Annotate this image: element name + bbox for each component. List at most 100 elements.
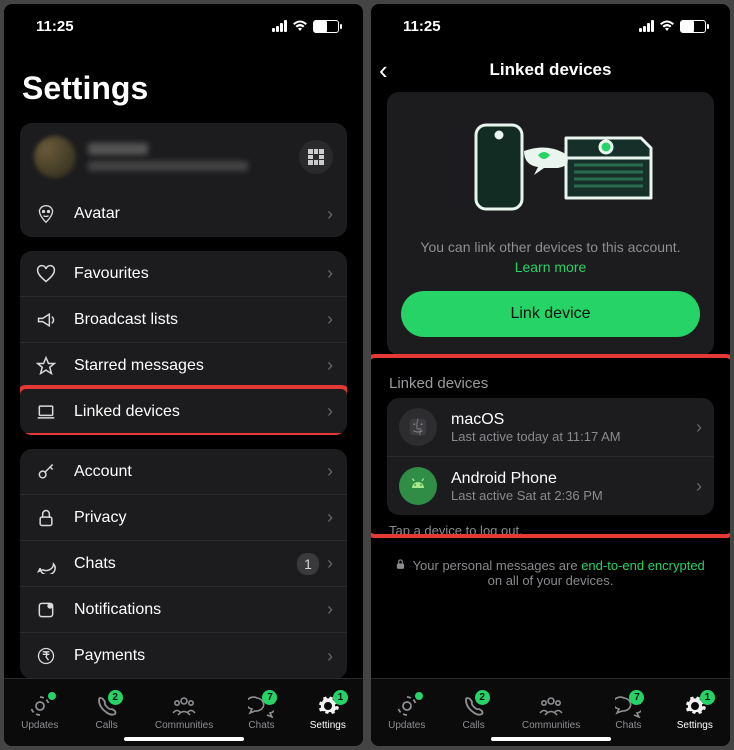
- communities-icon: [537, 694, 565, 718]
- profile-row[interactable]: [20, 123, 347, 191]
- illustration-card: You can link other devices to this accou…: [387, 92, 714, 355]
- profile-name-blurred: [88, 143, 299, 171]
- row-account[interactable]: Account ›: [20, 449, 347, 495]
- status-time: 11:25: [403, 18, 441, 35]
- page-title: Settings: [22, 70, 347, 107]
- row-label: Avatar: [74, 205, 327, 223]
- row-notifications[interactable]: Notifications ›: [20, 587, 347, 633]
- device-sub: Last active Sat at 2:36 PM: [451, 488, 696, 503]
- row-payments[interactable]: Payments ›: [20, 633, 347, 678]
- avatar: [34, 136, 76, 178]
- row-avatar[interactable]: Avatar ›: [20, 191, 347, 237]
- row-starred[interactable]: Starred messages ›: [20, 343, 347, 389]
- tab-settings[interactable]: 1 Settings: [677, 694, 713, 731]
- tab-communities[interactable]: Communities: [155, 694, 213, 731]
- status-bar: 11:25: [371, 4, 730, 48]
- tab-bar: Updates 2 Calls Communities 7 Chats 1 Se…: [4, 678, 363, 746]
- nav-header: ‹ Linked devices: [371, 48, 730, 92]
- chevron-right-icon: ›: [327, 646, 333, 667]
- row-chats[interactable]: Chats 1 ›: [20, 541, 347, 587]
- row-label: Favourites: [74, 265, 327, 283]
- section-label: Linked devices: [389, 375, 712, 392]
- enc-link[interactable]: end-to-end encrypted: [581, 558, 705, 573]
- enc-post: on all of your devices.: [488, 573, 614, 588]
- linked-content: You can link other devices to this accou…: [371, 92, 730, 678]
- row-broadcast[interactable]: Broadcast lists ›: [20, 297, 347, 343]
- tab-updates[interactable]: Updates: [388, 694, 425, 731]
- home-indicator[interactable]: [491, 737, 611, 741]
- status-time: 11:25: [36, 18, 74, 35]
- tab-calls[interactable]: 2 Calls: [93, 694, 121, 731]
- laptop-icon: [34, 402, 58, 422]
- row-linked-devices[interactable]: Linked devices ›: [20, 389, 347, 435]
- illus-caption: You can link other devices to this accou…: [420, 239, 680, 255]
- row-privacy[interactable]: Privacy ›: [20, 495, 347, 541]
- encryption-text: Your personal messages are end-to-end en…: [387, 558, 714, 588]
- tab-calls[interactable]: 2 Calls: [460, 694, 488, 731]
- signal-icon: [272, 20, 287, 32]
- chevron-right-icon: ›: [696, 476, 702, 497]
- android-icon: [399, 467, 437, 505]
- row-badge: 1: [297, 553, 319, 575]
- battery-icon: [680, 20, 706, 33]
- tab-badge: 1: [700, 690, 715, 705]
- row-label: Notifications: [74, 601, 327, 619]
- device-name: macOS: [451, 411, 696, 429]
- chevron-right-icon: ›: [327, 263, 333, 284]
- tab-label: Chats: [615, 720, 641, 731]
- star-icon: [34, 356, 58, 376]
- qr-icon: [308, 149, 324, 165]
- chevron-right-icon: ›: [327, 553, 333, 574]
- status-icons: [639, 20, 706, 33]
- tab-label: Updates: [21, 720, 58, 731]
- tab-label: Updates: [388, 720, 425, 731]
- tab-settings[interactable]: 1 Settings: [310, 694, 346, 731]
- device-row-android[interactable]: Android Phone Last active Sat at 2:36 PM…: [387, 457, 714, 515]
- group-a: Favourites › Broadcast lists › Starred m…: [20, 251, 347, 435]
- wifi-icon: [659, 20, 675, 32]
- tab-label: Calls: [463, 720, 485, 731]
- key-icon: [34, 462, 58, 482]
- tab-communities[interactable]: Communities: [522, 694, 580, 731]
- profile-group: Avatar ›: [20, 123, 347, 237]
- status-icons: [272, 20, 339, 33]
- status-bar: 11:25: [4, 4, 363, 48]
- tab-chats[interactable]: 7 Chats: [247, 694, 275, 731]
- tab-chats[interactable]: 7 Chats: [614, 694, 642, 731]
- finder-icon: [399, 408, 437, 446]
- row-label: Broadcast lists: [74, 311, 327, 329]
- chevron-right-icon: ›: [327, 204, 333, 225]
- megaphone-icon: [34, 310, 58, 330]
- group-b: Account › Privacy › Chats 1 › Notificati…: [20, 449, 347, 678]
- link-device-button[interactable]: Link device: [401, 291, 700, 337]
- tab-badge: 2: [475, 690, 490, 705]
- tab-updates[interactable]: Updates: [21, 694, 58, 731]
- chevron-right-icon: ›: [327, 599, 333, 620]
- illus-text: You can link other devices to this accou…: [401, 238, 700, 277]
- enc-pre: Your personal messages are: [413, 558, 582, 573]
- lock-icon: [34, 508, 58, 528]
- battery-icon: [313, 20, 339, 33]
- row-label: Payments: [74, 647, 327, 665]
- header-title: Linked devices: [490, 60, 612, 80]
- avatar-mask-icon: [34, 204, 58, 224]
- back-button[interactable]: ‹: [379, 55, 388, 86]
- qr-button[interactable]: [299, 140, 333, 174]
- devices-group: macOS Last active today at 11:17 AM › An…: [387, 398, 714, 515]
- chevron-right-icon: ›: [327, 309, 333, 330]
- device-row-macos[interactable]: macOS Last active today at 11:17 AM ›: [387, 398, 714, 457]
- tab-label: Communities: [522, 720, 580, 731]
- learn-more-link[interactable]: Learn more: [515, 259, 587, 275]
- device-sub: Last active today at 11:17 AM: [451, 429, 696, 444]
- wifi-icon: [292, 20, 308, 32]
- link-illustration: [401, 110, 700, 226]
- tab-label: Calls: [96, 720, 118, 731]
- row-label: Starred messages: [74, 357, 327, 375]
- rupee-icon: [34, 646, 58, 666]
- home-indicator[interactable]: [124, 737, 244, 741]
- row-label: Linked devices: [74, 403, 327, 421]
- tab-badge: 1: [333, 690, 348, 705]
- row-favourites[interactable]: Favourites ›: [20, 251, 347, 297]
- row-label: Chats: [74, 555, 297, 573]
- chevron-right-icon: ›: [327, 507, 333, 528]
